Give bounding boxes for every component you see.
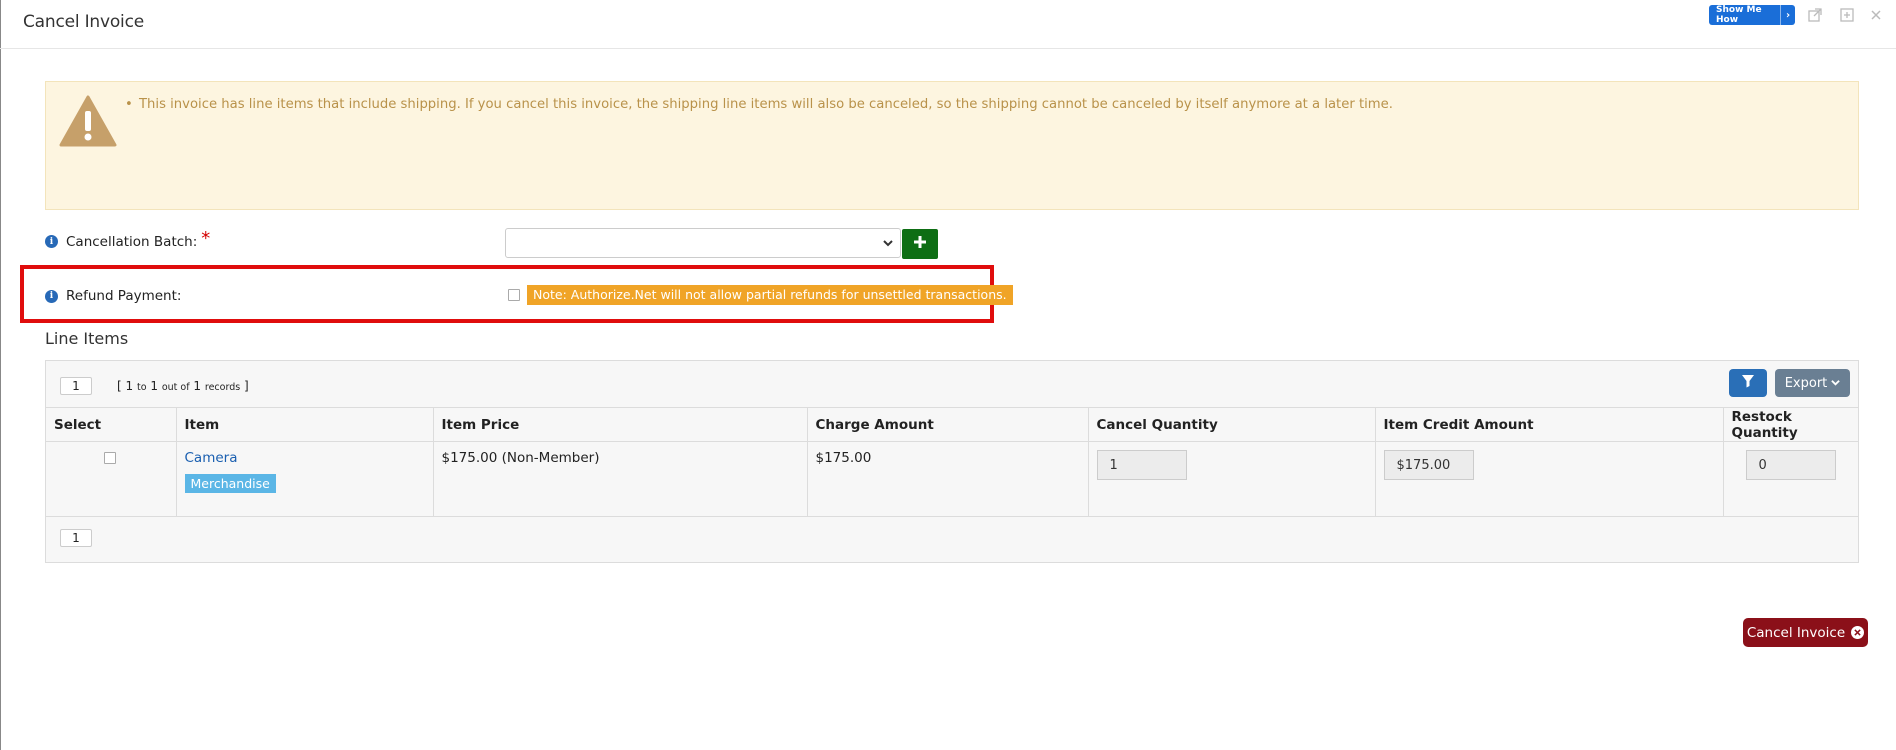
cancel-invoice-button[interactable]: Cancel Invoice bbox=[1743, 618, 1868, 647]
x-circle-icon bbox=[1851, 626, 1865, 639]
export-button[interactable]: Export bbox=[1775, 369, 1850, 397]
line-items-table: Select Item Item Price Charge Amount Can… bbox=[46, 407, 1858, 517]
table-row: Camera Merchandise $175.00 (Non-Member) … bbox=[46, 441, 1858, 517]
restock-quantity-cell: 0 bbox=[1723, 441, 1858, 517]
item-cell: Camera Merchandise bbox=[176, 441, 434, 517]
records-close-bracket: ] bbox=[244, 379, 249, 393]
item-price-cell: $175.00 (Non-Member) bbox=[433, 441, 808, 517]
info-icon[interactable]: i bbox=[45, 235, 58, 248]
column-header-restock-quantity[interactable]: Restock Quantity bbox=[1723, 407, 1858, 442]
required-marker: * bbox=[201, 228, 211, 249]
warning-icon bbox=[59, 95, 117, 151]
info-icon[interactable]: i bbox=[45, 289, 58, 303]
window-title: Cancel Invoice bbox=[23, 12, 144, 32]
item-link[interactable]: Camera bbox=[185, 450, 425, 466]
line-items-grid: 1 [ 1 to 1 out of 1 records ] Export Sel… bbox=[45, 360, 1859, 563]
records-to: 1 bbox=[150, 379, 158, 393]
refund-note-badge: Note: Authorize.Net will not allow parti… bbox=[527, 285, 1013, 305]
records-open-bracket: [ bbox=[117, 379, 122, 393]
refund-payment-label: Refund Payment: bbox=[66, 288, 182, 304]
cancel-quantity-input[interactable]: 1 bbox=[1096, 450, 1187, 480]
column-header-select[interactable]: Select bbox=[46, 407, 177, 442]
restock-quantity-input[interactable]: 0 bbox=[1745, 450, 1836, 480]
select-cell bbox=[46, 441, 177, 517]
item-credit-amount-input[interactable]: $175.00 bbox=[1383, 450, 1474, 480]
row-select-checkbox[interactable] bbox=[104, 452, 116, 464]
line-items-title: Line Items bbox=[45, 329, 129, 348]
cancel-invoice-label: Cancel Invoice bbox=[1746, 624, 1846, 641]
records-out-of-word: out of bbox=[161, 382, 190, 393]
records-from: 1 bbox=[125, 379, 134, 393]
column-header-cancel-quantity[interactable]: Cancel Quantity bbox=[1088, 407, 1376, 442]
page-size-selector[interactable]: 1 bbox=[60, 377, 92, 395]
cancellation-batch-label: Cancellation Batch: bbox=[66, 233, 198, 250]
records-total: 1 bbox=[193, 379, 202, 393]
plus-icon bbox=[913, 235, 927, 253]
cancellation-batch-select[interactable] bbox=[505, 228, 901, 258]
close-icon[interactable] bbox=[1868, 7, 1884, 23]
cancel-quantity-cell: 1 bbox=[1088, 441, 1376, 517]
pagination-page-1[interactable]: 1 bbox=[60, 529, 92, 547]
filter-button[interactable] bbox=[1729, 369, 1767, 397]
column-header-item[interactable]: Item bbox=[176, 407, 434, 442]
filter-icon bbox=[1741, 374, 1755, 392]
chevron-down-icon bbox=[882, 237, 894, 253]
show-me-how-button[interactable]: Show Me How › bbox=[1709, 5, 1795, 25]
maximize-icon[interactable] bbox=[1839, 7, 1855, 23]
chevron-down-icon bbox=[1831, 376, 1841, 391]
title-bar: Cancel Invoice Show Me How › bbox=[0, 0, 1896, 49]
column-header-charge-amount[interactable]: Charge Amount bbox=[807, 407, 1089, 442]
chevron-right-icon: › bbox=[1780, 5, 1795, 25]
item-credit-amount-cell: $175.00 bbox=[1375, 441, 1724, 517]
records-word: records bbox=[204, 382, 241, 393]
charge-amount-cell: $175.00 bbox=[807, 441, 1089, 517]
column-header-item-price[interactable]: Item Price bbox=[433, 407, 808, 442]
show-me-how-label: Show Me How bbox=[1716, 5, 1762, 25]
records-to-word: to bbox=[136, 382, 147, 393]
refund-payment-row: i Refund Payment: bbox=[45, 288, 181, 304]
refund-payment-checkbox[interactable] bbox=[508, 289, 520, 301]
item-category-tag: Merchandise bbox=[184, 474, 276, 493]
column-header-item-credit-amount[interactable]: Item Credit Amount bbox=[1375, 407, 1724, 442]
add-batch-button[interactable] bbox=[902, 229, 938, 259]
window-left-border bbox=[0, 0, 1, 750]
cancellation-batch-row: i Cancellation Batch: * bbox=[45, 228, 211, 252]
table-header-row: Select Item Item Price Charge Amount Can… bbox=[46, 407, 1858, 442]
popout-icon[interactable] bbox=[1807, 7, 1823, 23]
shipping-warning-alert: This invoice has line items that include… bbox=[45, 81, 1859, 210]
records-summary: [ 1 to 1 out of 1 records ] bbox=[117, 379, 249, 393]
alert-message: This invoice has line items that include… bbox=[125, 97, 1393, 112]
export-label: Export bbox=[1784, 375, 1828, 391]
